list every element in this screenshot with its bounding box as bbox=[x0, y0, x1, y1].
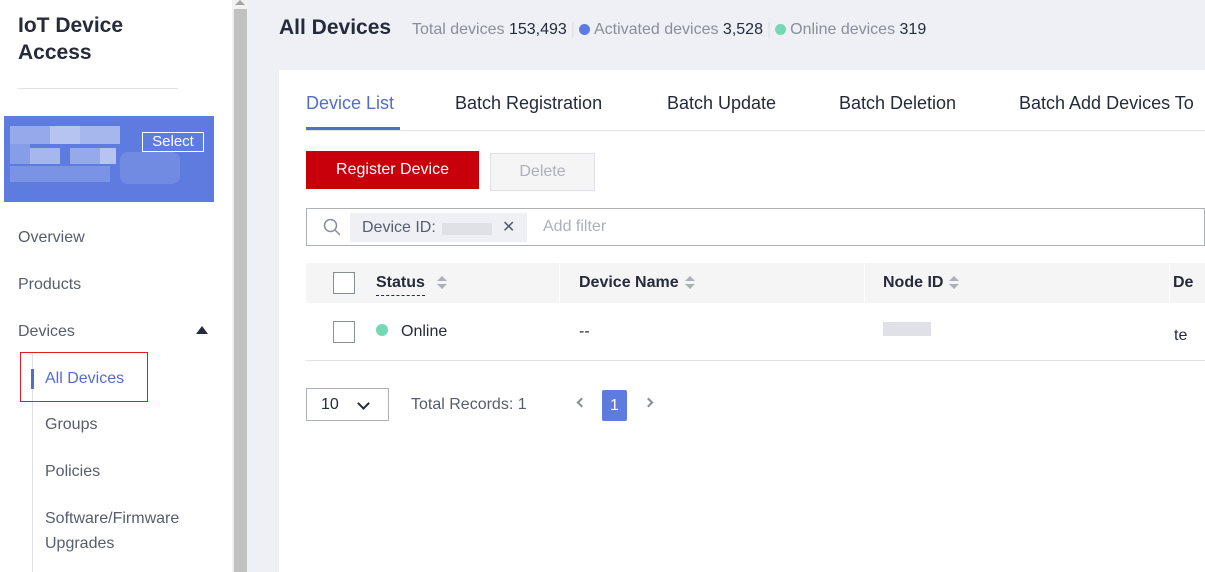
scroll-up-arrow-icon[interactable] bbox=[235, 0, 245, 5]
table-header: Status Device Name Node ID De bbox=[306, 263, 1205, 303]
online-devices-value: 319 bbox=[899, 21, 927, 38]
tab-batch-update[interactable]: Batch Update bbox=[667, 93, 776, 114]
divider bbox=[18, 88, 178, 89]
stats-separator: | bbox=[766, 21, 772, 38]
page-button-current[interactable]: 1 bbox=[602, 390, 627, 421]
app-title: IoT Device Access bbox=[18, 14, 124, 64]
sort-icon[interactable] bbox=[684, 275, 695, 290]
device-name-column-label: Device Name bbox=[579, 274, 679, 291]
row-status: Online bbox=[401, 323, 448, 340]
select-all-checkbox[interactable] bbox=[333, 272, 355, 294]
chevron-down-icon bbox=[357, 397, 370, 410]
column-separator bbox=[1169, 263, 1170, 303]
tab-batch-registration[interactable]: Batch Registration bbox=[455, 93, 602, 114]
total-devices-value: 153,493 bbox=[508, 21, 567, 38]
total-devices-label: Total devices bbox=[412, 21, 505, 38]
total-records: Total Records: 1 bbox=[411, 396, 527, 413]
row-truncated-cell: te bbox=[1174, 327, 1188, 344]
online-devices-label: Online devices bbox=[790, 21, 896, 38]
chevron-right-icon[interactable] bbox=[643, 397, 654, 408]
page-size-select[interactable]: 10 bbox=[306, 388, 389, 421]
sidebar-item-software-firmware-upgrades[interactable]: Software/Firmware Upgrades bbox=[45, 506, 205, 556]
nav-item-overview[interactable]: Overview bbox=[18, 229, 85, 247]
row-device-name: -- bbox=[579, 323, 590, 340]
search-filter-bar[interactable]: Device ID: ✕ Add filter bbox=[306, 208, 1205, 246]
column-header-status[interactable]: Status bbox=[376, 274, 425, 296]
stats-separator: | bbox=[570, 21, 575, 38]
column-separator bbox=[559, 263, 560, 303]
tabs-divider bbox=[306, 130, 1205, 131]
activated-devices-label: Activated devices bbox=[593, 21, 719, 38]
select-instance-button[interactable]: Select bbox=[142, 132, 204, 152]
nav-item-products[interactable]: Products bbox=[18, 276, 81, 294]
instance-card: Select bbox=[4, 116, 214, 202]
activated-devices-value: 3,528 bbox=[722, 21, 763, 38]
add-filter-input[interactable]: Add filter bbox=[543, 218, 606, 236]
tab-batch-deletion[interactable]: Batch Deletion bbox=[839, 93, 956, 114]
sidebar-item-groups[interactable]: Groups bbox=[45, 416, 97, 434]
column-header-node-id[interactable]: Node ID bbox=[883, 263, 960, 303]
row-divider bbox=[306, 360, 1205, 361]
register-device-button[interactable]: Register Device bbox=[306, 151, 479, 189]
column-header-truncated[interactable]: De bbox=[1173, 263, 1193, 303]
page-size-value: 10 bbox=[321, 396, 339, 413]
tab-device-list[interactable]: Device List bbox=[306, 93, 394, 114]
status-column-label: Status bbox=[376, 274, 425, 291]
sidebar-scrollbar[interactable] bbox=[232, 0, 249, 572]
tab-batch-add-devices[interactable]: Batch Add Devices To bbox=[1019, 93, 1194, 114]
column-separator bbox=[864, 263, 865, 303]
online-dot-icon bbox=[775, 24, 787, 35]
online-status-icon bbox=[376, 324, 388, 336]
device-stats: Total devices 153,493 | Activated devices … bbox=[412, 21, 926, 39]
chevron-left-icon[interactable] bbox=[576, 397, 587, 408]
nav-item-devices[interactable]: Devices bbox=[18, 323, 75, 341]
close-icon[interactable]: ✕ bbox=[502, 213, 515, 242]
scrollbar-thumb[interactable] bbox=[234, 9, 247, 572]
row-checkbox[interactable] bbox=[333, 321, 355, 343]
sidebar-item-all-devices[interactable]: All Devices bbox=[45, 370, 124, 388]
sort-icon[interactable] bbox=[949, 275, 960, 290]
sidebar: IoT Device Access Select Overview Produc… bbox=[0, 0, 232, 572]
sort-icon[interactable] bbox=[437, 276, 447, 290]
activated-dot-icon bbox=[578, 24, 590, 35]
delete-button[interactable]: Delete bbox=[490, 153, 595, 191]
redacted-node-id bbox=[883, 322, 931, 336]
node-id-column-label: Node ID bbox=[883, 274, 944, 291]
column-header-device-name[interactable]: Device Name bbox=[579, 263, 695, 303]
main-panel: Device List Batch Registration Batch Upd… bbox=[279, 70, 1205, 572]
filter-tag-label: Device ID: bbox=[362, 219, 436, 236]
sidebar-item-policies[interactable]: Policies bbox=[45, 463, 100, 481]
filter-tag-device-id: Device ID: ✕ bbox=[350, 213, 527, 242]
page-title: All Devices bbox=[279, 16, 392, 39]
redacted-device-id bbox=[442, 223, 492, 235]
chevron-up-icon[interactable] bbox=[196, 326, 208, 334]
search-icon bbox=[323, 218, 341, 236]
